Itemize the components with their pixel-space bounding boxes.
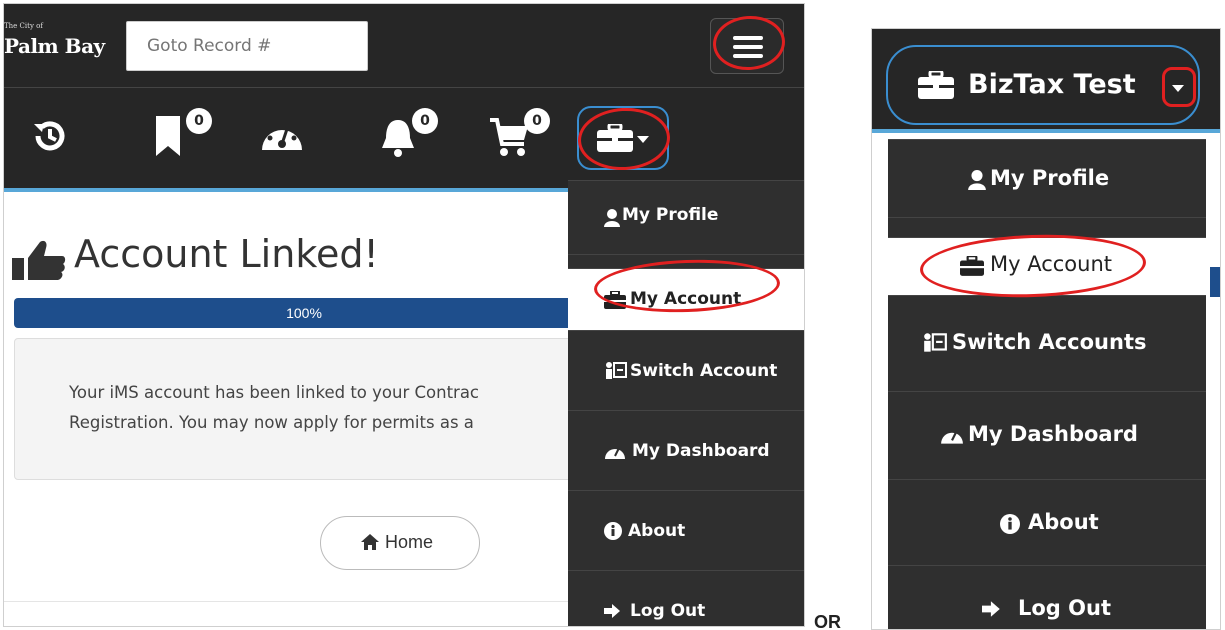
dashboard-icon <box>262 125 302 150</box>
menu-item-label: About <box>628 521 686 541</box>
top-navbar: The City of Palm Bay <box>4 4 804 88</box>
history-icon <box>34 121 65 151</box>
switch-accounts-icon <box>924 333 947 352</box>
dashboard-button[interactable] <box>252 102 322 172</box>
caret-down-icon <box>637 136 649 143</box>
history-button[interactable] <box>24 102 94 172</box>
switch-accounts-icon <box>606 362 627 379</box>
home-button[interactable]: Home <box>320 516 480 570</box>
menu-item-log-out[interactable]: Log Out <box>568 570 804 626</box>
home-icon <box>361 534 379 550</box>
menu-item-my-dashboard[interactable]: My Dashboard <box>888 391 1206 479</box>
menu-item-switch-account[interactable]: Switch Account <box>568 330 804 410</box>
logout-icon <box>982 601 1000 617</box>
thumbs-up-icon <box>12 240 66 280</box>
info-icon <box>1000 514 1020 534</box>
menu-item-switch-accounts[interactable]: Switch Accounts <box>888 295 1206 391</box>
briefcase-icon <box>604 291 626 309</box>
menu-item-label: My Account <box>630 289 742 309</box>
info-text-line-1: Your iMS account has been linked to your… <box>69 383 480 402</box>
menu-item-label: My Dashboard <box>968 422 1138 446</box>
menu-item-my-account[interactable]: My Account <box>888 237 1206 295</box>
info-icon <box>604 522 622 540</box>
right-screenshot: BizTax Test My Profile My Account Switch… <box>871 28 1221 630</box>
menu-item-label: My Dashboard <box>632 441 770 461</box>
briefcase-icon <box>597 124 633 152</box>
menu-item-my-dashboard[interactable]: My Dashboard <box>568 410 804 490</box>
briefcase-icon <box>918 71 954 99</box>
notifications-button[interactable]: 0 <box>372 102 442 172</box>
bookmark-icon <box>156 116 180 156</box>
menu-item-label: My Profile <box>622 205 719 225</box>
right-navbar: BizTax Test <box>872 29 1220 133</box>
menu-item-about[interactable]: About <box>568 490 804 570</box>
menu-item-label: Switch Account <box>630 361 778 381</box>
home-button-label: Home <box>385 532 434 552</box>
info-text-line-2: Registration. You may now apply for perm… <box>69 413 474 432</box>
menu-item-about[interactable]: About <box>888 479 1206 565</box>
menu-item-label: My Profile <box>990 166 1110 190</box>
account-switcher-button[interactable]: BizTax Test <box>886 45 1200 125</box>
account-name: BizTax Test <box>968 69 1136 100</box>
bookmark-badge: 0 <box>186 108 212 134</box>
logo-small-text: The City of <box>4 22 43 30</box>
icon-toolbar: 0 0 0 <box>4 88 804 192</box>
briefcase-icon <box>960 256 984 276</box>
menu-item-my-profile[interactable]: My Profile <box>568 180 804 254</box>
dashboard-icon <box>605 447 625 459</box>
user-icon <box>968 170 986 190</box>
cart-badge: 0 <box>524 108 550 134</box>
bookmark-button[interactable]: 0 <box>144 102 214 172</box>
menu-item-my-profile[interactable]: My Profile <box>888 139 1206 217</box>
menu-item-label: Log Out <box>630 601 706 621</box>
menu-item-my-account[interactable]: My Account <box>568 268 804 330</box>
menu-item-label: About <box>1028 510 1099 534</box>
goto-record-input[interactable] <box>126 21 368 71</box>
menu-item-label: Log Out <box>1018 596 1111 620</box>
account-dropdown-menu: My Profile My Account Switch Account My … <box>568 180 804 626</box>
logo-text: Palm Bay <box>4 34 105 58</box>
stage: The City of Palm Bay Goto Record # 0 0 0… <box>0 0 1225 630</box>
hamburger-menu-button[interactable] <box>710 18 784 74</box>
notifications-badge: 0 <box>412 108 438 134</box>
user-icon <box>604 209 620 227</box>
hamburger-menu-icon <box>733 36 763 40</box>
left-screenshot: The City of Palm Bay Goto Record # 0 0 0… <box>3 3 805 627</box>
logout-icon <box>604 604 620 618</box>
or-separator: OR <box>814 612 841 630</box>
menu-item-label: Switch Accounts <box>952 330 1147 354</box>
dashboard-icon <box>941 431 963 444</box>
right-progress-edge <box>1210 267 1220 297</box>
menu-item-log-out[interactable]: Log Out <box>888 565 1206 629</box>
menu-item-label: My Account <box>990 252 1113 276</box>
caret-down-icon <box>1172 85 1184 92</box>
cart-button[interactable]: 0 <box>482 102 552 172</box>
account-dropdown-button[interactable] <box>577 106 669 170</box>
page-title: Account Linked! <box>74 232 379 276</box>
